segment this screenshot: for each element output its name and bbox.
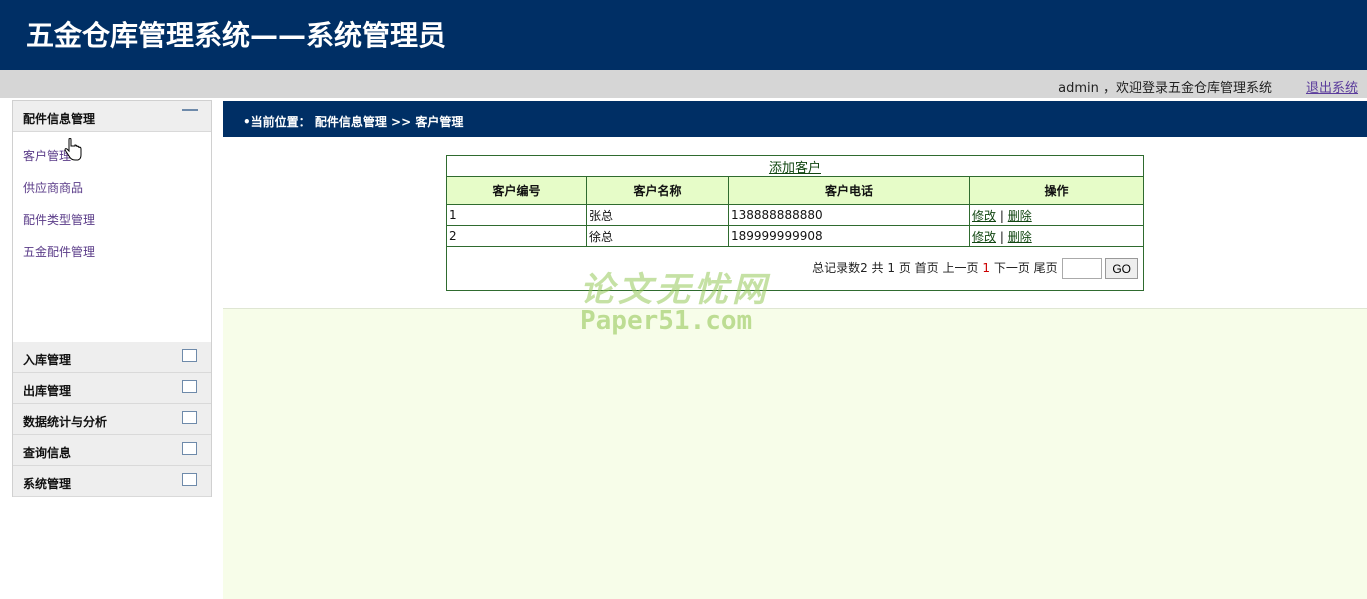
sidebar: 配件信息管理 客户管理 供应商商品 配件类型管理 五金配件管理 入库管理 出库管…	[12, 100, 212, 497]
sidebar-item-customers[interactable]: 客户管理	[13, 147, 211, 179]
menu-group-label: 入库管理	[23, 353, 72, 367]
pager-prev[interactable]: 上一页	[943, 261, 979, 275]
pager-total: 总记录数2 共 1 页	[812, 261, 911, 275]
edit-link[interactable]: 修改	[972, 230, 996, 244]
menu-group-label: 出库管理	[23, 384, 72, 398]
cell-actions: 修改 | 删除	[969, 204, 1144, 226]
main-content: •当前位置： 配件信息管理 >> 客户管理 添加客户 客户编号 客户名称 客户电…	[223, 101, 1367, 599]
cell-phone: 189999999908	[728, 225, 970, 247]
action-separator: |	[999, 208, 1004, 223]
collapse-icon[interactable]	[182, 103, 198, 116]
cell-id: 2	[446, 225, 587, 247]
cell-phone: 138888888880	[728, 204, 970, 226]
expand-icon[interactable]	[182, 411, 197, 424]
delete-link[interactable]: 删除	[1008, 230, 1032, 244]
expand-icon[interactable]	[182, 349, 197, 362]
menu-group-inbound[interactable]: 入库管理	[13, 342, 211, 373]
menu-group-label: 系统管理	[23, 477, 72, 491]
cell-id: 1	[446, 204, 587, 226]
sidebar-item-supplier-goods[interactable]: 供应商商品	[13, 179, 211, 211]
submenu-parts-info: 客户管理 供应商商品 配件类型管理 五金配件管理	[13, 132, 211, 342]
hand-cursor-icon	[64, 138, 82, 161]
welcome-text: admin ，欢迎登录五金仓库管理系统	[1058, 81, 1272, 96]
cell-name: 张总	[586, 204, 729, 226]
expand-icon[interactable]	[182, 442, 197, 455]
pager-row: 总记录数2 共 1 页 首页 上一页 1 下一页 尾页 GO	[446, 246, 1144, 291]
add-row: 添加客户	[446, 155, 1144, 177]
menu-group-system[interactable]: 系统管理	[13, 466, 211, 497]
pager-first[interactable]: 首页	[915, 261, 939, 275]
cell-name: 徐总	[586, 225, 729, 247]
app-header: 五金仓库管理系统——系统管理员	[0, 0, 1367, 70]
expand-icon[interactable]	[182, 473, 197, 486]
menu-group-label: 数据统计与分析	[23, 415, 108, 429]
pager-next[interactable]: 下一页	[994, 261, 1030, 275]
customer-panel: 添加客户 客户编号 客户名称 客户电话 操作 1 张总 138888888880…	[223, 137, 1367, 309]
expand-icon[interactable]	[182, 380, 197, 393]
sidebar-item-hardware-parts[interactable]: 五金配件管理	[13, 243, 211, 275]
pager-last[interactable]: 尾页	[1034, 261, 1058, 275]
column-header-actions: 操作	[969, 176, 1144, 205]
pager-current: 1	[982, 261, 990, 275]
pager: 总记录数2 共 1 页 首页 上一页 1 下一页 尾页 GO	[446, 246, 1144, 291]
menu-group-outbound[interactable]: 出库管理	[13, 373, 211, 404]
sidebar-item-part-types[interactable]: 配件类型管理	[13, 211, 211, 243]
menu-group-label: 查询信息	[23, 446, 72, 460]
user-bar: admin ，欢迎登录五金仓库管理系统 退出系统	[0, 70, 1367, 98]
table-row: 1 张总 138888888880 修改 | 删除	[446, 204, 1144, 226]
logout-link[interactable]: 退出系统	[1306, 77, 1358, 96]
page-number-input[interactable]	[1061, 258, 1102, 279]
column-header-id: 客户编号	[446, 176, 587, 205]
go-button[interactable]: GO	[1105, 258, 1138, 279]
table-header-row: 客户编号 客户名称 客户电话 操作	[446, 176, 1144, 205]
app-title: 五金仓库管理系统——系统管理员	[26, 19, 447, 52]
menu-group-parts-info[interactable]: 配件信息管理	[13, 101, 211, 132]
column-header-name: 客户名称	[586, 176, 729, 205]
column-header-phone: 客户电话	[728, 176, 970, 205]
edit-link[interactable]: 修改	[972, 209, 996, 223]
add-customer-link[interactable]: 添加客户	[769, 161, 821, 176]
delete-link[interactable]: 删除	[1008, 209, 1032, 223]
table-row: 2 徐总 189999999908 修改 | 删除	[446, 225, 1144, 247]
action-separator: |	[999, 229, 1004, 244]
menu-group-query[interactable]: 查询信息	[13, 435, 211, 466]
menu-group-label: 配件信息管理	[23, 112, 96, 126]
cell-actions: 修改 | 删除	[969, 225, 1144, 247]
menu-group-statistics[interactable]: 数据统计与分析	[13, 404, 211, 435]
customer-table: 添加客户 客户编号 客户名称 客户电话 操作 1 张总 138888888880…	[446, 155, 1144, 291]
breadcrumb: •当前位置： 配件信息管理 >> 客户管理	[223, 101, 1367, 137]
